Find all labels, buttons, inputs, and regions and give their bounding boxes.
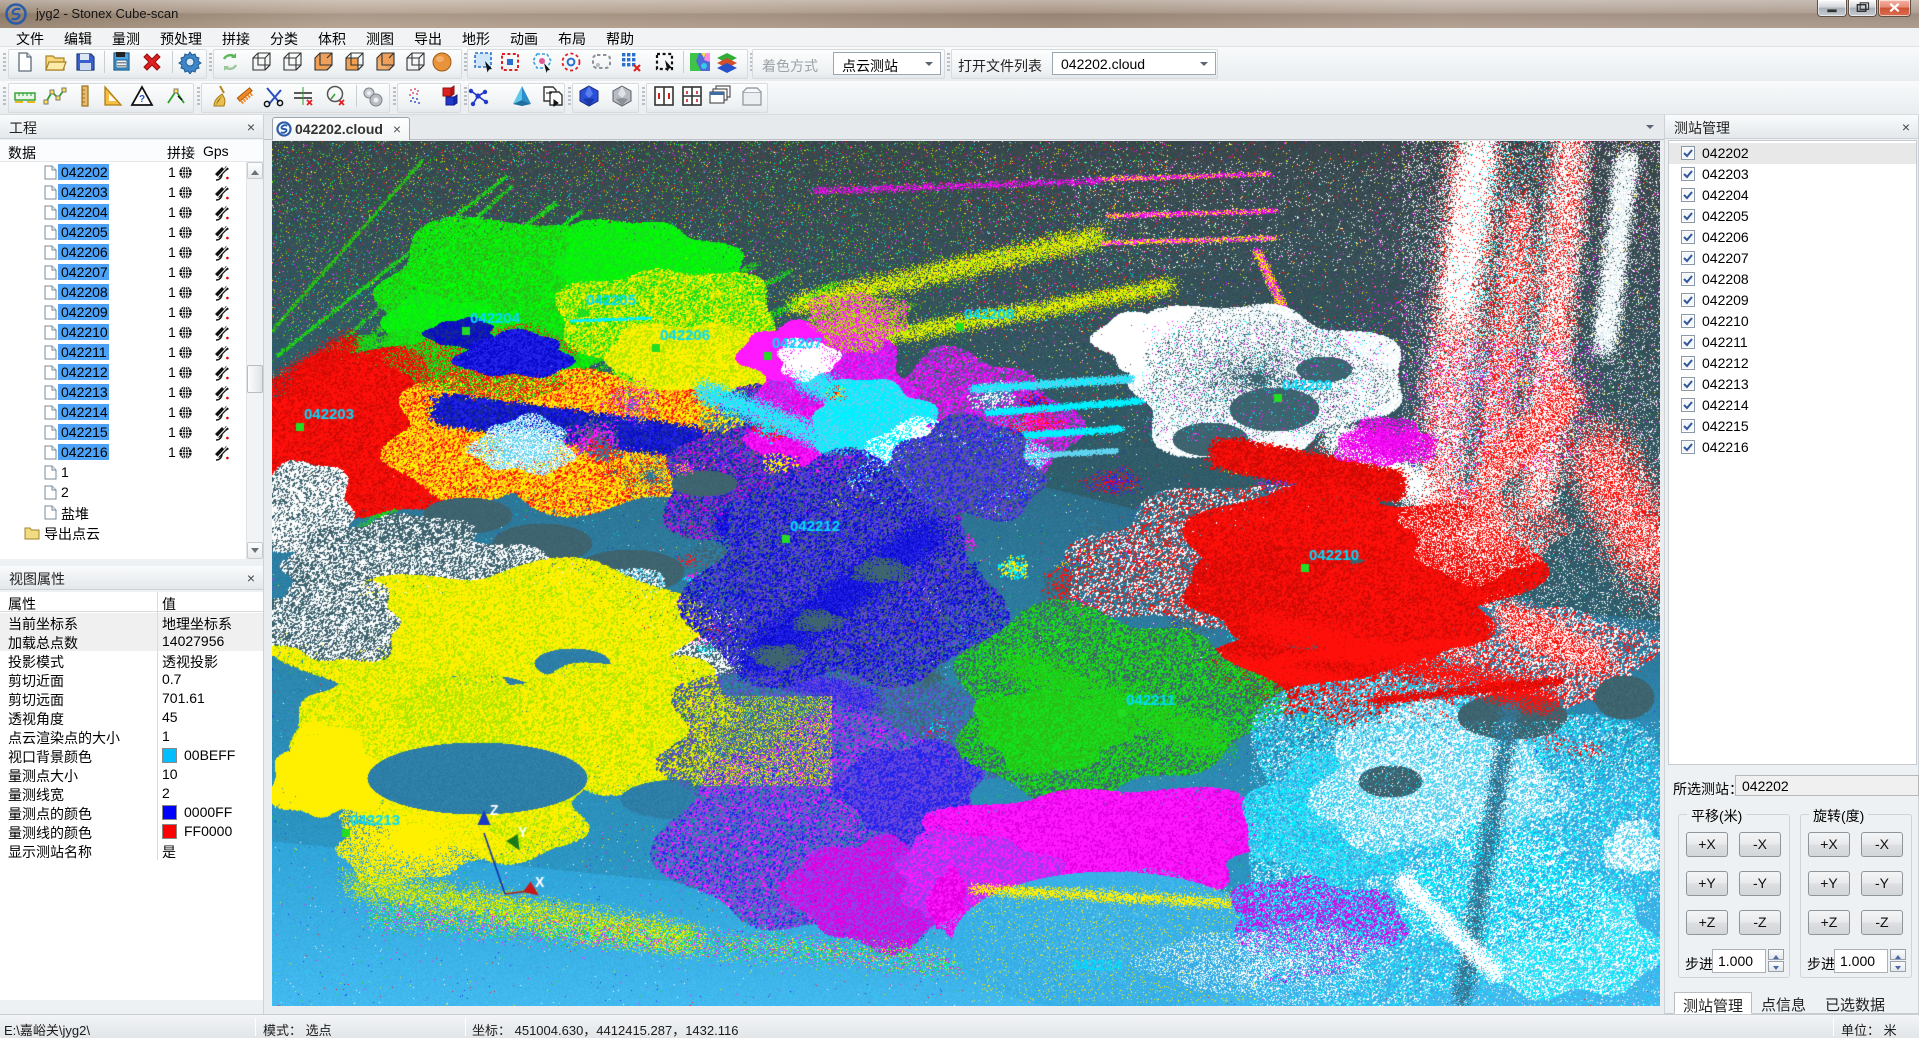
svg-text:?: ? bbox=[139, 94, 145, 105]
